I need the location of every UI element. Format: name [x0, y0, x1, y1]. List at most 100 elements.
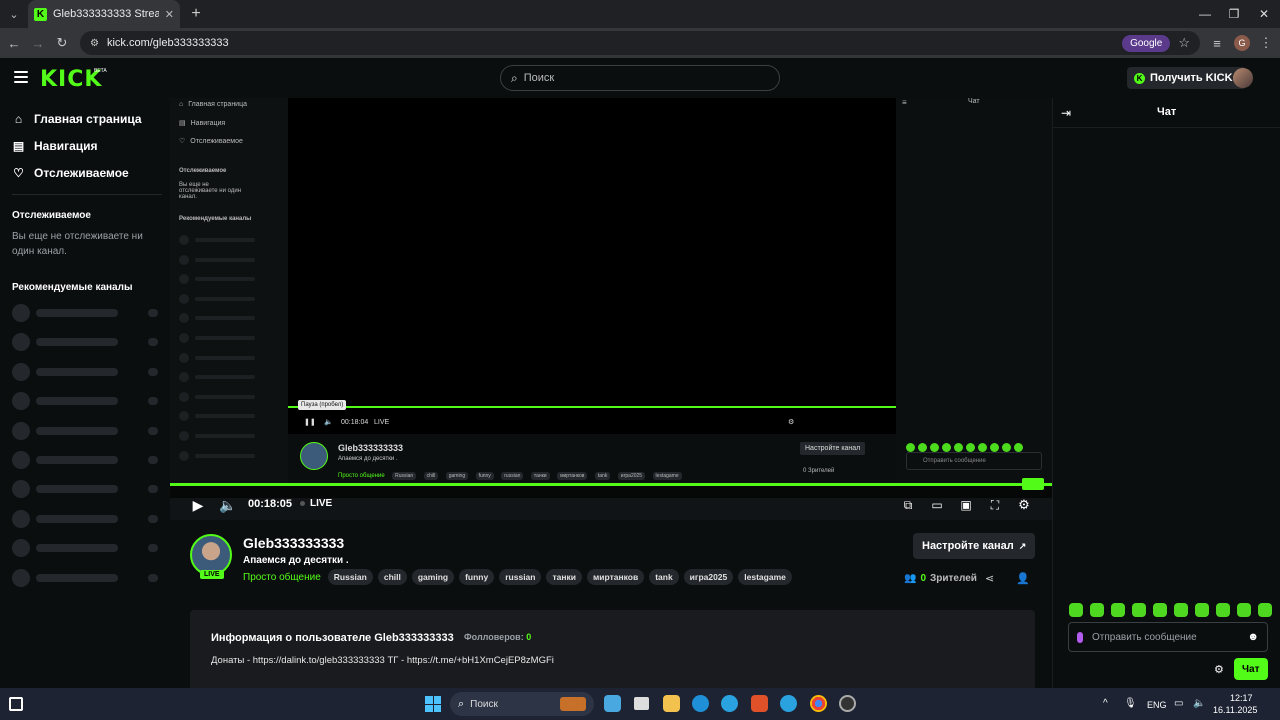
emote-icon[interactable] — [1132, 603, 1146, 617]
tag-chip[interactable]: funny — [459, 569, 495, 585]
window-minimize-button[interactable]: — — [1190, 0, 1220, 28]
emote-icon[interactable] — [1237, 603, 1251, 617]
browser-tab-active[interactable]: K Gleb333333333 Stream - Watch ✕ — [28, 0, 180, 28]
play-icon[interactable]: ▶ — [190, 494, 206, 516]
emote-icon[interactable] — [1195, 603, 1209, 617]
clock-date[interactable]: 16.11.2025 — [1213, 705, 1257, 715]
network-icon[interactable]: ▭ — [1174, 698, 1183, 709]
hamburger-menu-icon[interactable] — [14, 71, 28, 83]
sidebar-item-home[interactable]: ⌂ Главная страница — [12, 112, 142, 126]
emote-icon[interactable] — [1174, 603, 1188, 617]
setup-channel-button[interactable]: Настройте канал ↗ — [913, 533, 1036, 559]
sidebar-item-browse[interactable]: ▤ Навигация — [12, 139, 98, 153]
video-progress-bar[interactable] — [170, 483, 1052, 486]
clip-icon[interactable]: ▭ — [929, 494, 945, 516]
tag-chip[interactable]: lestagame — [738, 569, 792, 585]
brave-icon[interactable] — [751, 695, 768, 712]
url-field[interactable]: ⚙ kick.com/gleb333333333 Google ☆ — [80, 31, 1200, 55]
emote-icon — [1002, 443, 1011, 452]
window-restore-button[interactable]: ❐ — [1219, 0, 1249, 28]
skeleton-channel-row — [12, 451, 160, 469]
video-progress-handle[interactable] — [1022, 478, 1044, 490]
emote-icon[interactable] — [1153, 603, 1167, 617]
following-heading: Отслеживаемое — [12, 210, 91, 221]
miniplayer-icon[interactable]: ⧉ — [900, 494, 916, 516]
live-indicator[interactable]: LIVE — [300, 498, 332, 509]
follow-user-icon[interactable]: 👤 — [1016, 572, 1030, 585]
google-lens-button[interactable]: Google — [1122, 34, 1171, 52]
volume-tray-icon[interactable]: 🔈 — [1193, 698, 1205, 709]
steam-icon[interactable] — [839, 695, 856, 712]
mic-icon[interactable] — [1077, 631, 1083, 643]
site-info-icon[interactable]: ⚙ — [90, 38, 99, 49]
sidebar-item-following[interactable]: ♡ Отслеживаемое — [12, 166, 129, 180]
video-player[interactable]: ⌂ Главная страница ▤ Навигация ♡ Отслеживае… — [170, 98, 1052, 520]
fullscreen-icon[interactable]: ⛶ — [987, 494, 1003, 516]
tray-chevron-icon[interactable]: ^ — [1103, 698, 1108, 709]
stream-category-link[interactable]: Просто общение — [243, 572, 321, 583]
url-text[interactable]: kick.com/gleb333333333 — [107, 37, 1114, 49]
taskbar-search[interactable]: ⌕ Поиск — [450, 692, 594, 716]
emote-icon[interactable] — [1069, 603, 1083, 617]
live-badge: LIVE — [200, 570, 224, 579]
language-indicator[interactable]: ENG — [1147, 700, 1167, 710]
edge-icon[interactable] — [692, 695, 709, 712]
tab-list-chevron-icon[interactable]: ⌄ — [4, 4, 24, 24]
chat-send-button[interactable]: Чат — [1234, 658, 1268, 680]
telegram-icon[interactable] — [721, 695, 738, 712]
skeleton-avatar — [179, 313, 189, 324]
new-tab-button[interactable]: + — [186, 4, 206, 24]
captured-stream-info: Gleb333333333 Апаемся до десятки . Прост… — [288, 434, 896, 484]
streamer-name[interactable]: Gleb333333333 — [243, 535, 344, 551]
user-avatar[interactable] — [1233, 68, 1253, 88]
search-input[interactable]: ⌕ Поиск — [500, 65, 780, 91]
chat-message-input[interactable]: Отправить сообщение ☻ — [1068, 622, 1268, 652]
tag-chip[interactable]: миртанков — [587, 569, 645, 585]
reading-list-icon[interactable]: ≡ — [1207, 33, 1227, 53]
tag-chip[interactable]: игра2025 — [683, 569, 734, 585]
mic-tray-icon[interactable]: 🎙 — [1124, 698, 1137, 709]
windows-start-icon[interactable] — [425, 696, 441, 712]
captured-skeleton-row — [179, 391, 279, 402]
chat-settings-icon[interactable]: ⚙ — [1214, 663, 1224, 676]
tag-chip[interactable]: chill — [377, 569, 407, 585]
chat-collapse-icon[interactable]: ⇥ — [1061, 106, 1071, 120]
browser-profile-avatar[interactable]: G — [1234, 35, 1250, 51]
reload-icon[interactable]: ↻ — [52, 33, 72, 53]
back-arrow-icon[interactable]: ← — [4, 33, 24, 53]
tag-chip[interactable]: танки — [546, 569, 582, 585]
setup-channel-label: Настройте канал — [922, 540, 1014, 552]
telegram-2-icon[interactable] — [780, 695, 797, 712]
volume-icon[interactable]: 🔈 — [219, 494, 237, 516]
file-explorer-icon[interactable] — [663, 695, 680, 712]
skeleton-dot — [148, 397, 158, 406]
theater-mode-icon[interactable]: ▣ — [958, 494, 974, 516]
share-icon[interactable]: ⋖ — [985, 572, 994, 585]
bookmark-star-icon[interactable]: ☆ — [1178, 35, 1190, 51]
emote-icon[interactable] — [1216, 603, 1230, 617]
viewers-count: 👥 0 Зрителей — [904, 573, 977, 584]
emoji-icon[interactable]: ☻ — [1247, 631, 1259, 643]
emote-icon[interactable] — [1258, 603, 1272, 617]
chrome-icon[interactable] — [810, 695, 827, 712]
tag-chip[interactable]: russian — [499, 569, 542, 585]
browser-menu-icon[interactable]: ⋮ — [1256, 33, 1276, 53]
tag-chip[interactable]: Russian — [327, 569, 373, 585]
window-close-button[interactable]: ✕ — [1249, 0, 1279, 28]
task-view-icon[interactable] — [9, 697, 23, 711]
weather-app-icon[interactable] — [604, 695, 621, 712]
forward-arrow-icon[interactable]: → — [28, 33, 48, 53]
clock-time[interactable]: 12:17 — [1230, 693, 1253, 703]
task-view-app-icon[interactable] — [634, 697, 649, 710]
emote-icon[interactable] — [1090, 603, 1104, 617]
tag-chip[interactable]: tank — [649, 569, 679, 585]
captured-following-heading: Отслеживаемое — [179, 168, 227, 174]
live-dot-icon — [300, 501, 305, 506]
skeleton-avatar — [12, 362, 30, 381]
tag-chip[interactable]: gaming — [411, 569, 455, 585]
viewers-label: Зрителей — [930, 573, 977, 584]
get-kicks-button[interactable]: K Получить KICKs — [1127, 67, 1246, 89]
settings-gear-icon[interactable]: ⚙ — [1016, 494, 1032, 516]
emote-icon[interactable] — [1111, 603, 1125, 617]
tab-close-icon[interactable]: ✕ — [165, 8, 174, 21]
